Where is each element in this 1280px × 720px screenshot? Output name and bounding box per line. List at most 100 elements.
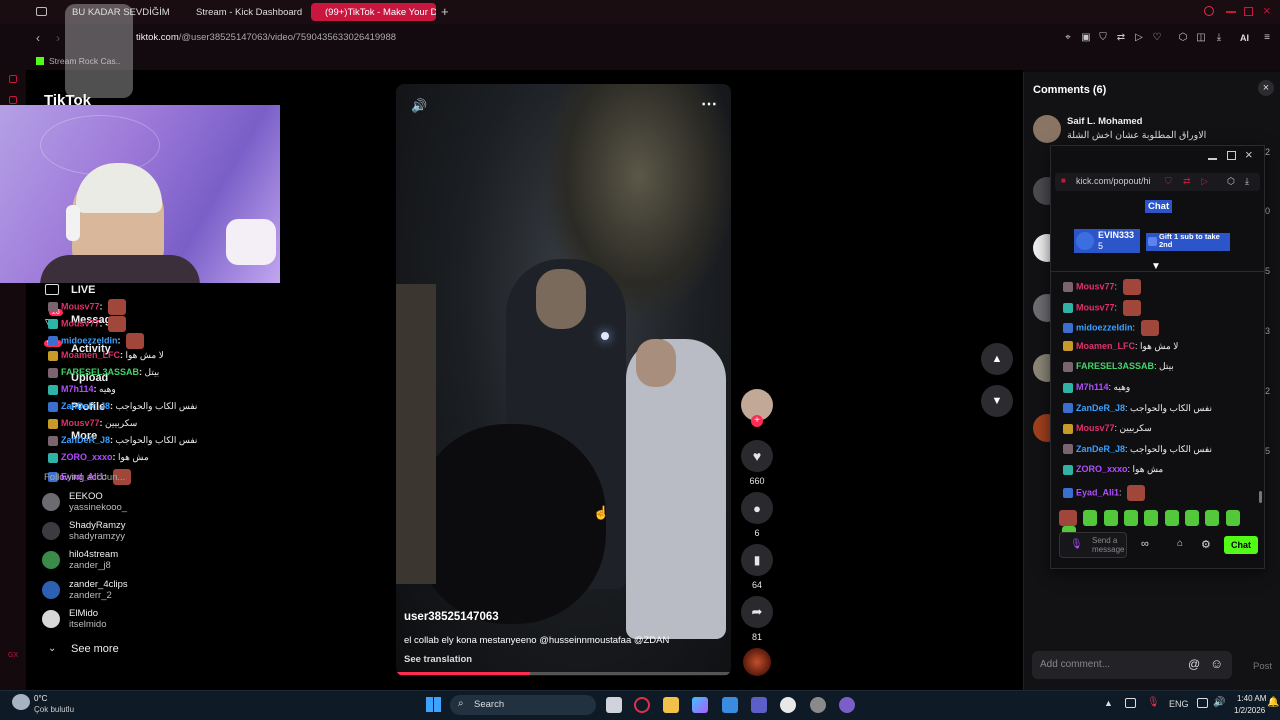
video-player[interactable]: 🔊 ⋯ user38525147063 el collab ely kona m… bbox=[396, 84, 731, 676]
maximize-window-button[interactable] bbox=[1244, 7, 1253, 16]
store-taskbar-icon[interactable] bbox=[722, 697, 738, 713]
chat-username[interactable]: ZanDeR_J8 bbox=[61, 401, 110, 411]
chat-username[interactable]: Mousv77 bbox=[61, 301, 100, 311]
forward-icon[interactable]: › bbox=[56, 31, 60, 45]
task-view-icon[interactable] bbox=[606, 697, 622, 713]
music-icon[interactable] bbox=[780, 697, 796, 713]
infinity-icon[interactable]: ∞ bbox=[1141, 538, 1149, 550]
gift-sub-button[interactable]: Gift 1 sub to take 2nd bbox=[1146, 233, 1230, 251]
download-icon[interactable]: ⤓ bbox=[1245, 176, 1249, 187]
comment-author[interactable]: Saif L. Mohamed bbox=[1067, 116, 1142, 127]
obs-icon[interactable] bbox=[839, 697, 855, 713]
extensions-icon[interactable]: ⬡ bbox=[1227, 176, 1235, 187]
pinned-leader[interactable]: EVIN333 5 bbox=[1074, 229, 1140, 253]
teams-icon[interactable] bbox=[751, 697, 767, 713]
mention-icon[interactable]: @ bbox=[1188, 657, 1200, 671]
heart-icon[interactable]: ♡ bbox=[1152, 33, 1162, 43]
start-button[interactable] bbox=[426, 697, 441, 712]
maximize-window-button[interactable] bbox=[1227, 151, 1236, 160]
like-action[interactable]: ♥ 660 bbox=[741, 440, 773, 486]
workspaces-icon[interactable] bbox=[36, 7, 47, 16]
emote[interactable] bbox=[1164, 510, 1179, 526]
share-action[interactable]: ➦ 81 bbox=[741, 596, 773, 642]
chat-username[interactable]: Mousv77 bbox=[1076, 423, 1115, 433]
microphone-icon[interactable]: 🎙 bbox=[1147, 697, 1160, 708]
chat-username[interactable]: Mousv77 bbox=[1076, 302, 1115, 312]
download-icon[interactable]: ⤓ bbox=[1214, 33, 1224, 43]
send-chat-button[interactable]: Chat bbox=[1224, 536, 1258, 554]
emote[interactable] bbox=[1205, 510, 1220, 526]
pin-icon[interactable]: ⌖ bbox=[1063, 33, 1073, 43]
chat-username[interactable]: ZORO_xxxo bbox=[61, 452, 113, 462]
mic-icon[interactable]: 🎙 bbox=[1070, 539, 1083, 550]
user-icon[interactable] bbox=[9, 75, 17, 83]
back-icon[interactable]: ‹ bbox=[36, 31, 40, 45]
chat-username[interactable]: ZanDeR_J8 bbox=[1076, 444, 1125, 454]
play-icon[interactable]: ▷ bbox=[1134, 33, 1144, 43]
tab-tiktok[interactable]: (99+)TikTok - Make Your D bbox=[311, 3, 436, 21]
popout-address-bar[interactable]: ■ kick.com/popout/hi ⛉ ⇄ ▷ ⬡ ⤓ bbox=[1055, 173, 1260, 191]
chat-username[interactable]: Eyad_Ali1 bbox=[1076, 487, 1119, 497]
menu-icon[interactable]: ≡ bbox=[1262, 33, 1272, 43]
gear-icon[interactable]: ⚙ bbox=[1201, 538, 1211, 551]
heart-icon[interactable]: ♥ bbox=[741, 440, 773, 472]
wallet-icon[interactable]: ◫ bbox=[1196, 33, 1206, 43]
save-action[interactable]: ▮ 64 bbox=[741, 544, 773, 590]
play-icon[interactable]: ▷ bbox=[1201, 176, 1208, 187]
see-more-link[interactable]: See more bbox=[71, 643, 119, 655]
url-field[interactable]: tiktok.com/@user38525147063/video/759043… bbox=[136, 32, 396, 43]
translate-icon[interactable]: ⇄ bbox=[1183, 176, 1191, 187]
taskbar-search[interactable]: ⌕ Search bbox=[450, 695, 596, 715]
minimize-window-button[interactable] bbox=[1226, 11, 1236, 13]
app-icon[interactable] bbox=[810, 697, 826, 713]
emote[interactable] bbox=[1083, 510, 1098, 526]
see-translation-link[interactable]: See translation bbox=[404, 654, 472, 665]
chat-username[interactable]: Moamen_LFC bbox=[1076, 341, 1135, 351]
chat-username[interactable]: midoezzeldin bbox=[61, 335, 118, 345]
new-tab-button[interactable]: + bbox=[441, 4, 449, 19]
ai-button[interactable]: AI bbox=[1240, 33, 1249, 43]
follow-plus-icon[interactable]: + bbox=[751, 415, 763, 427]
adblock-icon[interactable]: ⛉ bbox=[1098, 33, 1108, 43]
chat-scrollbar[interactable] bbox=[1259, 491, 1262, 503]
chat-username[interactable]: ZanDeR_J8 bbox=[61, 435, 110, 445]
weather-text[interactable]: Çok bulutlu bbox=[34, 705, 74, 714]
chat-username[interactable]: Mousv77 bbox=[61, 418, 100, 428]
translate-icon[interactable]: ⇄ bbox=[1116, 33, 1126, 43]
close-window-button[interactable]: × bbox=[1263, 3, 1271, 18]
emote[interactable] bbox=[1225, 510, 1240, 526]
extensions-icon[interactable]: ⬡ bbox=[1178, 33, 1188, 43]
chat-username[interactable]: M7h114 bbox=[61, 384, 94, 394]
post-button[interactable]: Post bbox=[1253, 661, 1272, 672]
volume-icon[interactable]: 🔊 bbox=[1213, 697, 1225, 708]
avatar[interactable] bbox=[1033, 115, 1061, 143]
file-explorer-icon[interactable] bbox=[663, 697, 679, 713]
chat-username[interactable]: midoezzeldin bbox=[1076, 323, 1133, 333]
live-icon[interactable] bbox=[45, 284, 59, 295]
nav-live[interactable]: LIVE bbox=[71, 284, 95, 296]
opera-gx-taskbar-icon[interactable] bbox=[634, 697, 650, 713]
next-video-button[interactable]: ▼ bbox=[981, 385, 1013, 417]
bookmark-icon[interactable]: ▮ bbox=[741, 544, 773, 576]
volume-icon[interactable]: 🔊 bbox=[411, 98, 427, 114]
more-options-icon[interactable]: ⋯ bbox=[701, 94, 717, 114]
chat-username[interactable]: FARESEL3ASSAB bbox=[1076, 361, 1154, 371]
emote[interactable] bbox=[1144, 510, 1159, 526]
chat-input[interactable]: 🎙 Send a message bbox=[1059, 532, 1127, 558]
sound-disc-icon[interactable] bbox=[743, 648, 771, 676]
chat-username[interactable]: ZanDeR_J8 bbox=[1076, 403, 1125, 413]
language-indicator[interactable]: ENG bbox=[1169, 699, 1189, 709]
clock-date[interactable]: 1/2/2026 bbox=[1234, 706, 1265, 715]
weather-temp[interactable]: 0°C bbox=[34, 694, 47, 703]
network-icon[interactable] bbox=[1197, 698, 1208, 708]
tray-expand-icon[interactable]: ▲ bbox=[1104, 698, 1113, 708]
add-comment-input[interactable]: Add comment... @ ☺ bbox=[1032, 651, 1232, 679]
store-icon[interactable]: ⌂ bbox=[1177, 538, 1183, 549]
chat-username[interactable]: FARESEL3ASSAB bbox=[61, 367, 139, 377]
copilot-icon[interactable] bbox=[692, 697, 708, 713]
emote[interactable] bbox=[1103, 510, 1118, 526]
weather-icon[interactable] bbox=[12, 694, 30, 710]
emote[interactable] bbox=[1059, 510, 1077, 526]
chat-username[interactable]: Mousv77 bbox=[61, 318, 100, 328]
chat-username[interactable]: ZORO_xxxo bbox=[1076, 464, 1128, 474]
